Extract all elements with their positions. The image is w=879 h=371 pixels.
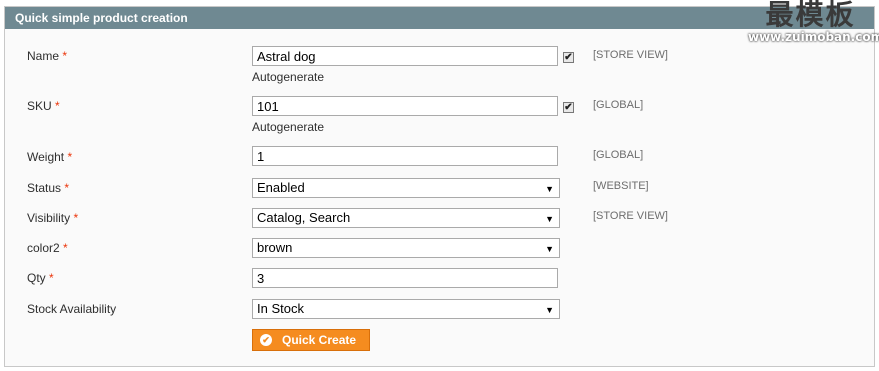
stock-availability-select[interactable]: In Stock ▼ [252, 299, 560, 319]
status-select[interactable]: Enabled ▼ [252, 178, 560, 198]
name-autogenerate-checkbox[interactable]: ✔ [563, 52, 574, 63]
required-star: * [55, 99, 60, 113]
weight-label: Weight * [27, 150, 73, 164]
quick-create-button[interactable]: ✔ Quick Create [252, 329, 370, 351]
qty-input[interactable] [252, 268, 558, 288]
chevron-down-icon: ▼ [545, 244, 554, 254]
weight-input[interactable] [252, 146, 558, 166]
sku-autogenerate-checkbox[interactable]: ✔ [563, 102, 574, 113]
visibility-select[interactable]: Catalog, Search ▼ [252, 208, 560, 228]
color2-label: color2 * [27, 241, 68, 255]
color2-select[interactable]: brown ▼ [252, 238, 560, 258]
quick-create-panel: Quick simple product creation Name * ✔ [… [4, 6, 875, 367]
required-star: * [67, 150, 73, 164]
qty-label: Qty * [27, 271, 54, 285]
weight-scope: [GLOBAL] [593, 149, 644, 161]
name-autogenerate-label: Autogenerate [252, 70, 325, 84]
required-star: * [73, 211, 79, 225]
visibility-scope: [STORE VIEW] [593, 210, 668, 222]
panel-title: Quick simple product creation [5, 7, 874, 29]
status-label: Status * [27, 181, 70, 195]
sku-scope: [GLOBAL] [593, 99, 644, 111]
chevron-down-icon: ▼ [545, 184, 554, 194]
sku-label: SKU * [27, 99, 60, 113]
watermark-url: www.zuimoban.com [748, 30, 879, 44]
required-star: * [63, 241, 68, 255]
watermark-logo: 最模板 www.zuimoban.com [748, 0, 879, 44]
watermark-text: 最模板 [765, 0, 856, 31]
stock-availability-label: Stock Availability [27, 302, 117, 316]
status-scope: [WEBSITE] [593, 180, 649, 192]
required-star: * [64, 181, 70, 195]
chevron-down-icon: ▼ [545, 214, 554, 224]
sku-autogenerate-label: Autogenerate [252, 120, 325, 134]
quick-create-button-label: Quick Create [282, 333, 357, 347]
check-circle-icon: ✔ [260, 334, 272, 346]
name-scope: [STORE VIEW] [593, 49, 668, 61]
visibility-label: Visibility * [27, 211, 79, 225]
chevron-down-icon: ▼ [545, 305, 554, 315]
name-label: Name * [27, 49, 68, 63]
sku-input[interactable] [252, 96, 558, 116]
required-star: * [62, 49, 68, 63]
required-star: * [49, 271, 54, 285]
name-input[interactable] [252, 46, 558, 66]
